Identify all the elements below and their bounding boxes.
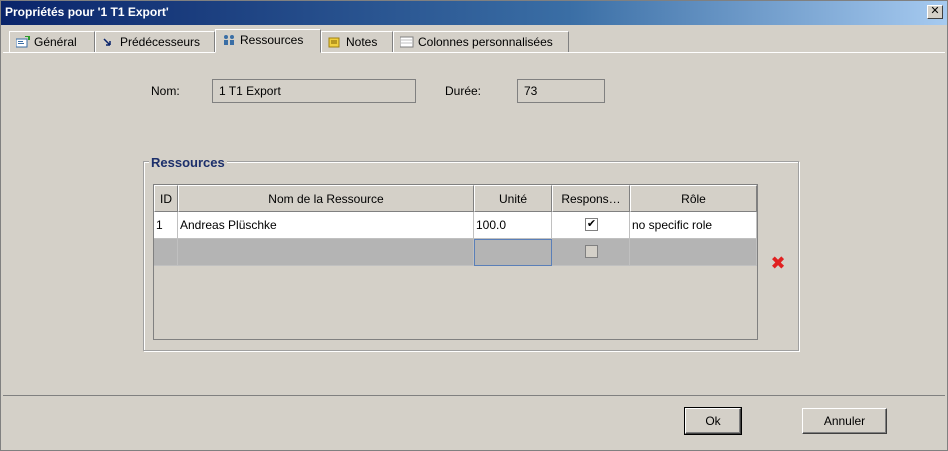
tab-notes[interactable]: Notes [321, 31, 393, 52]
tab-resources-label: Ressources [240, 33, 304, 47]
tab-resources[interactable]: Ressources [215, 29, 321, 53]
duration-label: Durée: [445, 84, 482, 98]
notes-icon [328, 37, 340, 48]
columns-icon [400, 36, 414, 48]
responsible-checkbox[interactable]: ✔ [585, 218, 598, 231]
cancel-button[interactable]: Annuler [802, 408, 887, 434]
tab-custom-columns-label: Colonnes personnalisées [418, 35, 553, 49]
cell-id[interactable] [154, 239, 178, 266]
table-row[interactable]: 1 Andreas Plüschke 100.0 ✔ no specific r… [154, 212, 757, 239]
cell-responsible[interactable]: ✔ [552, 212, 630, 239]
name-value: 1 T1 Export [219, 84, 281, 98]
cell-id[interactable]: 1 [154, 212, 178, 239]
cell-resource-name[interactable] [178, 239, 474, 266]
general-icon [16, 36, 30, 48]
column-header-responsible-label: Respons… [561, 192, 621, 206]
column-header-role-label: Rôle [681, 192, 706, 206]
properties-dialog: Propriétés pour '1 T1 Export' ✕ Général … [0, 0, 948, 451]
duration-field[interactable]: 73 [517, 79, 605, 103]
table-row[interactable] [154, 239, 757, 266]
resources-icon [224, 35, 234, 45]
resources-table: ID Nom de la Ressource Unité Respons… Rô… [153, 184, 758, 340]
delete-resource-icon[interactable]: ✖ [769, 254, 787, 272]
cell-resource-name[interactable]: Andreas Plüschke [178, 212, 474, 239]
cell-unit[interactable]: 100.0 [474, 212, 552, 239]
column-header-resource-name[interactable]: Nom de la Ressource [178, 185, 474, 212]
duration-value: 73 [524, 84, 538, 98]
column-header-unit[interactable]: Unité [474, 185, 552, 212]
column-header-responsible[interactable]: Respons… [552, 185, 630, 212]
resources-group-title: Ressources [149, 155, 227, 170]
tab-general-label: Général [34, 35, 77, 49]
ok-button[interactable]: Ok [684, 407, 742, 435]
close-button[interactable]: ✕ [927, 5, 943, 19]
predecessors-icon [103, 38, 111, 46]
column-header-id[interactable]: ID [154, 185, 178, 212]
tab-predecessors-label: Prédécesseurs [120, 35, 201, 49]
responsible-checkbox[interactable] [585, 245, 598, 258]
ok-button-label: Ok [705, 414, 721, 428]
title-bar: Propriétés pour '1 T1 Export' ✕ [1, 1, 947, 25]
tab-custom-columns[interactable]: Colonnes personnalisées [393, 31, 569, 52]
close-icon: ✕ [930, 5, 940, 17]
name-field[interactable]: 1 T1 Export [212, 79, 416, 103]
column-header-resource-name-label: Nom de la Ressource [268, 192, 384, 206]
tab-general[interactable]: Général [9, 31, 95, 52]
window-title: Propriétés pour '1 T1 Export' [5, 5, 169, 19]
tab-notes-label: Notes [346, 35, 378, 49]
cell-role[interactable] [630, 239, 757, 266]
column-header-id-label: ID [160, 192, 172, 206]
name-label: Nom: [151, 84, 180, 98]
tab-predecessors[interactable]: Prédécesseurs [95, 31, 215, 52]
column-header-unit-label: Unité [498, 192, 527, 206]
cell-responsible[interactable] [552, 239, 630, 266]
cell-role[interactable]: no specific role [630, 212, 757, 239]
cell-unit-editing[interactable] [474, 239, 552, 266]
column-header-role[interactable]: Rôle [630, 185, 757, 212]
cancel-button-label: Annuler [823, 414, 866, 428]
